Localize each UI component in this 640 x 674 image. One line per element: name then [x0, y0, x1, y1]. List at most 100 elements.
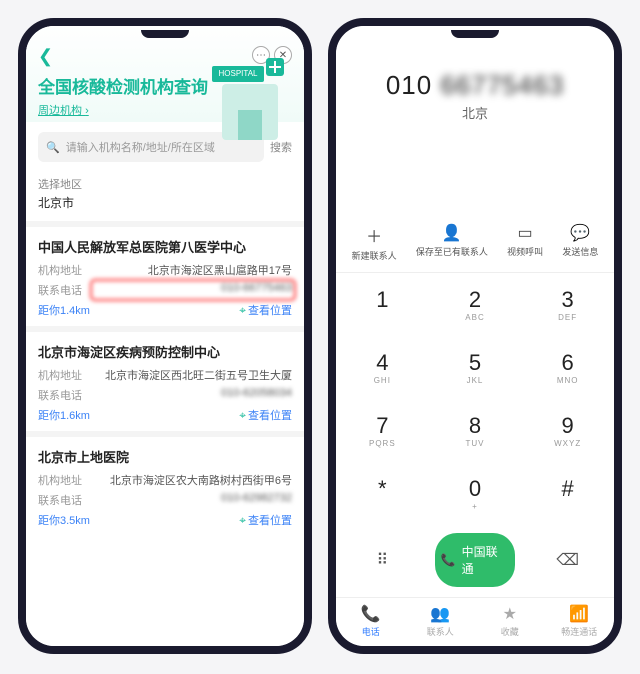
key-sub: GHI [336, 376, 429, 385]
tab-icon: ★ [475, 604, 545, 624]
action-视频呼叫[interactable]: ▭视频呼叫 [507, 223, 543, 262]
tab-收藏[interactable]: ★ 收藏 [475, 598, 545, 646]
institution-name: 北京市海淀区疾病预防控制中心 [38, 342, 292, 361]
action-新建联系人[interactable]: ＋新建联系人 [352, 223, 397, 262]
search-placeholder: 请输入机构名称/地址/所在区域 [66, 139, 215, 155]
nearby-label: 周边机构 [38, 105, 82, 117]
action-保存至已有联系人[interactable]: 👤保存至已有联系人 [416, 223, 488, 262]
institution-card: 中国人民解放军总医院第八医学中心 机构地址 北京市海淀区黑山扈路甲17号 联系电… [26, 221, 304, 326]
addr-value: 北京市海淀区农大南路树村西街甲6号 [94, 472, 292, 488]
view-location-link[interactable]: ⌖ 查看位置 [239, 407, 292, 423]
view-location-label: 查看位置 [248, 512, 292, 528]
keypad-grid-icon[interactable]: ⠿ [336, 550, 429, 570]
key-sub: PQRS [336, 439, 429, 448]
key-digit: 0 [429, 476, 522, 502]
key-6[interactable]: 6MNO [521, 336, 614, 399]
key-7[interactable]: 7PQRS [336, 399, 429, 462]
dialed-prefix: 010 [386, 70, 432, 100]
region-selector[interactable]: 选择地区 北京市 [26, 170, 304, 221]
left-screen: ❮ ⋯ ✕ 全国核酸检测机构查询 周边机构 › HOSPITAL 🔍 请输入机构… [26, 26, 304, 646]
dialer-screen: 010 66775463 北京 ＋新建联系人 👤保存至已有联系人 ▭视频呼叫 💬 发送信… [336, 26, 614, 646]
key-digit: 8 [429, 413, 522, 439]
key-digit: 3 [521, 287, 614, 313]
key-digit: 2 [429, 287, 522, 313]
key-3[interactable]: 3DEF [521, 273, 614, 336]
search-button[interactable]: 搜索 [270, 139, 292, 155]
distance: 距你1.6km [38, 407, 90, 423]
pin-icon: ⌖ [239, 303, 246, 318]
key-5[interactable]: 5JKL [429, 336, 522, 399]
region-value: 北京市 [38, 194, 292, 211]
tab-联系人[interactable]: 👥 联系人 [406, 598, 476, 646]
tel-label: 联系电话 [38, 387, 94, 403]
+-icon: ＋ [352, 223, 397, 247]
key-digit: 5 [429, 350, 522, 376]
institution-card: 北京市上地医院 机构地址 北京市海淀区农大南路树村西街甲6号 联系电话 010-… [26, 431, 304, 536]
call-label: 中国联通 [462, 543, 510, 577]
view-location-label: 查看位置 [248, 302, 292, 318]
backspace-button[interactable]: ⌫ [521, 550, 614, 570]
tab-label: 联系人 [427, 627, 454, 637]
key-digit: 7 [336, 413, 429, 439]
hospital-sign: HOSPITAL [212, 66, 264, 82]
key-0[interactable]: 0+ [429, 462, 522, 525]
back-icon[interactable]: ❮ [38, 46, 53, 66]
institution-name: 北京市上地医院 [38, 447, 292, 466]
tab-icon: 👥 [406, 604, 476, 624]
key-digit: 4 [336, 350, 429, 376]
key-digit: # [521, 476, 614, 502]
tab-畅连通话[interactable]: 📶畅连通话 [545, 598, 615, 646]
key-sub: WXYZ [521, 439, 614, 448]
key-4[interactable]: 4GHI [336, 336, 429, 399]
addr-value: 北京市海淀区黑山扈路甲17号 [94, 262, 292, 278]
call-button[interactable]: 📞 中国联通 [435, 533, 516, 587]
key-9[interactable]: 9WXYZ [521, 399, 614, 462]
view-location-link[interactable]: ⌖ 查看位置 [239, 512, 292, 528]
actions-row: ＋新建联系人 👤保存至已有联系人 ▭视频呼叫 💬 发送信息 [336, 215, 614, 273]
addr-value: 北京市海淀区西北旺二街五号卫生大厦 [94, 367, 292, 383]
tel-value[interactable]: 010-62058034 [94, 387, 292, 403]
key-1[interactable]: 1 [336, 273, 429, 336]
institution-name: 中国人民解放军总医院第八医学中心 [38, 237, 292, 256]
key-#[interactable]: # [521, 462, 614, 525]
view-location-label: 查看位置 [248, 407, 292, 423]
video-icon: ▭ [507, 223, 543, 243]
key-digit: 1 [336, 287, 429, 313]
key-sub: JKL [429, 376, 522, 385]
msg-icon: 💬 [562, 223, 598, 243]
tab-icon: 📞 [336, 604, 406, 624]
action-label: 发送信息 [562, 247, 598, 257]
key-sub: ABC [429, 313, 522, 322]
phone-right-frame: 010 66775463 北京 ＋新建联系人 👤保存至已有联系人 ▭视频呼叫 💬 发送信… [328, 18, 622, 654]
tab-label: 电话 [362, 627, 380, 637]
key-digit: 9 [521, 413, 614, 439]
dialed-display: 010 66775463 北京 [336, 26, 614, 130]
key-digit: 6 [521, 350, 614, 376]
tab-电话[interactable]: 📞 电话 [336, 598, 406, 646]
addr-label: 机构地址 [38, 367, 94, 383]
pin-icon: ⌖ [239, 408, 246, 423]
keypad: 12ABC3DEF 4GHI5JKL6MNO 7PQRS8TUV9WXYZ *0+# [336, 273, 614, 525]
tel-value[interactable]: 010-66775463 [94, 282, 292, 298]
bottom-tabs: 📞 电话 👥 联系人 ★ 收藏 📶畅连通话 [336, 597, 614, 646]
view-location-link[interactable]: ⌖ 查看位置 [239, 302, 292, 318]
region-label: 选择地区 [38, 176, 292, 192]
distance: 距你1.4km [38, 302, 90, 318]
dialed-rest: 66775463 [440, 70, 564, 100]
key-2[interactable]: 2ABC [429, 273, 522, 336]
key-sub: DEF [521, 313, 614, 322]
addr-label: 机构地址 [38, 262, 94, 278]
tel-value[interactable]: 010-62982732 [94, 492, 292, 508]
pin-icon: ⌖ [239, 513, 246, 528]
tab-label: 收藏 [501, 627, 519, 637]
key-*[interactable]: * [336, 462, 429, 525]
addr-label: 机构地址 [38, 472, 94, 488]
dialed-city: 北京 [348, 103, 602, 122]
search-icon: 🔍 [46, 141, 60, 154]
key-sub: TUV [429, 439, 522, 448]
key-8[interactable]: 8TUV [429, 399, 522, 462]
action-发送信息[interactable]: 💬 发送信息 [562, 223, 598, 262]
action-label: 保存至已有联系人 [416, 247, 488, 257]
tel-label: 联系电话 [38, 282, 94, 298]
tel-label: 联系电话 [38, 492, 94, 508]
